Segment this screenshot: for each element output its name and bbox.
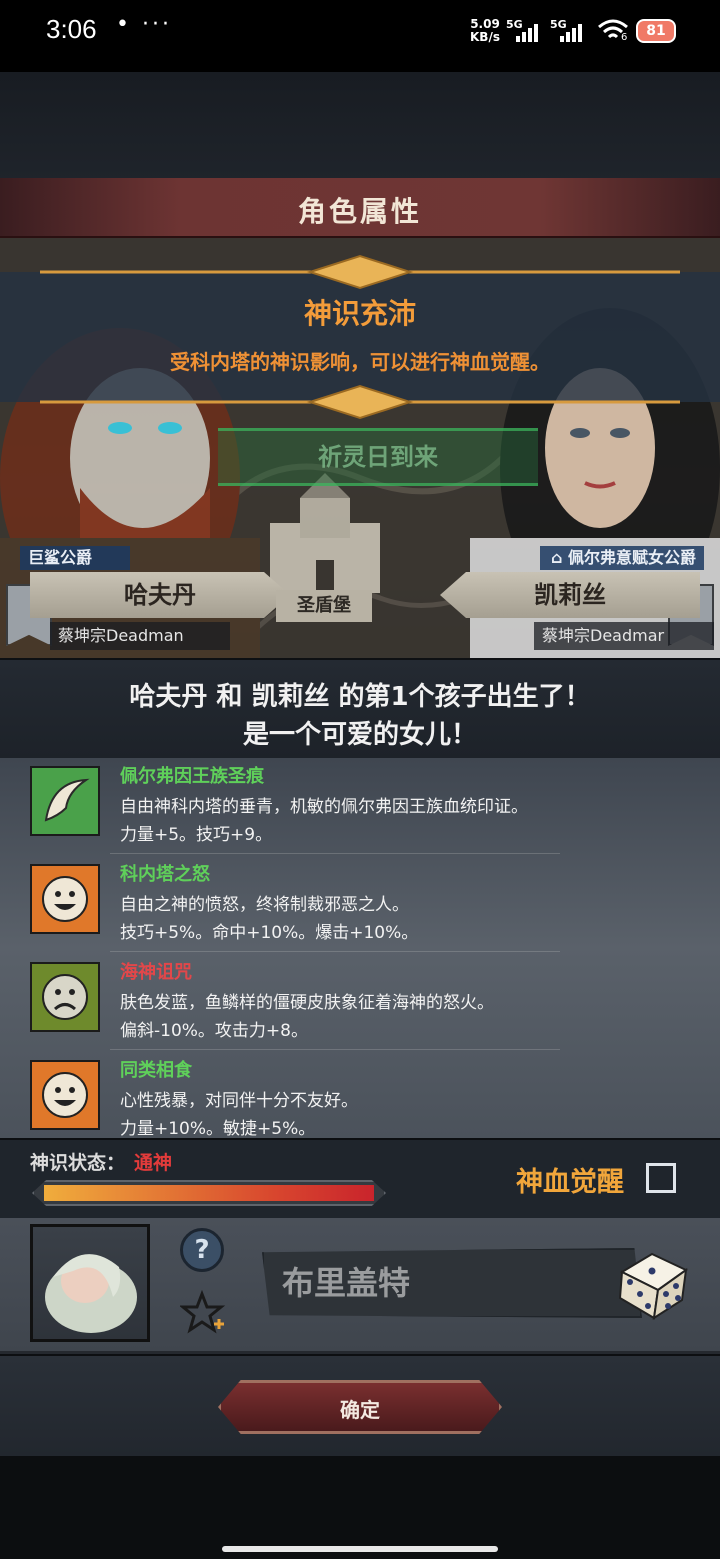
divider <box>110 951 560 952</box>
top-dark-band <box>0 72 720 180</box>
happy-face-icon <box>30 864 100 934</box>
system-status-bar: 3:06 • ··· 5.09 KB/s 5G 5G 6 81 <box>0 0 720 72</box>
father-name[interactable]: 哈夫丹 <box>30 572 290 618</box>
clock: 3:06 <box>46 14 97 44</box>
divine-progress-fill <box>44 1185 374 1201</box>
confirm-button[interactable]: 确定 <box>218 1380 502 1434</box>
child-name-field[interactable]: 布里盖特 <box>262 1248 642 1318</box>
divine-status-value: 通神 <box>134 1152 173 1174</box>
castle-name: 圣盾堡 <box>276 590 372 622</box>
happy-face-icon <box>30 1060 100 1130</box>
dice-icon[interactable] <box>612 1242 692 1322</box>
mother-name[interactable]: 凯莉丝 <box>440 572 700 618</box>
signal-icon: 5G <box>550 18 586 42</box>
trait-name: 佩尔弗因王族圣痕 <box>120 766 264 787</box>
trait-stats: 力量+5。技巧+9。 <box>120 825 273 845</box>
divider <box>110 1049 560 1050</box>
birth-announcement: 哈夫丹 和 凯莉丝 的第1个孩子出生了！ 是一个可爱的女儿！ <box>0 658 720 758</box>
question-icon: ? <box>194 1235 210 1265</box>
page-title: 角色属性 <box>297 195 422 228</box>
event-button[interactable]: 祈灵日到来 <box>218 428 538 486</box>
father-house: 蔡坤宗Deadman <box>50 622 230 650</box>
trait-name: 同类相食 <box>120 1060 192 1081</box>
help-button[interactable]: ? <box>180 1228 224 1272</box>
signal-icon: 5G <box>506 18 542 42</box>
notice-title: 神识充沛 <box>303 297 416 330</box>
divine-status-label: 神识状态： <box>30 1152 126 1174</box>
mother-house: 蔡坤宗Deadmar <box>534 622 714 650</box>
castle-small-icon: ⌂ <box>550 548 563 567</box>
home-indicator[interactable] <box>222 1546 498 1552</box>
trait-stats: 力量+10%。敏捷+5%。 <box>120 1119 316 1138</box>
wifi-icon: 6 <box>597 18 629 44</box>
ornament-bottom <box>40 384 680 420</box>
trait-stats: 偏斜-10%。攻击力+8。 <box>120 1021 308 1041</box>
header-bar: 角色属性 <box>0 178 720 238</box>
battery-icon: 81 <box>636 19 676 43</box>
divider <box>110 853 560 854</box>
trait-description: 肤色发蓝，鱼鳞样的僵硬皮肤象征着海神的怒火。 <box>120 993 494 1013</box>
list-item[interactable]: 海神诅咒 肤色发蓝，鱼鳞样的僵硬皮肤象征着海神的怒火。 偏斜-10%。攻击力+8… <box>0 954 720 1052</box>
birth-line-1: 哈夫丹 和 凯莉丝 的第1个孩子出生了！ <box>129 682 591 712</box>
awaken-label: 神血觉醒 <box>516 1167 624 1198</box>
trait-description: 自由神科内塔的垂青，机敏的佩尔弗因王族血统印证。 <box>120 797 528 817</box>
star-plus-icon[interactable] <box>178 1289 226 1336</box>
network-speed: 5.09 KB/s <box>470 17 500 44</box>
trait-name: 科内塔之怒 <box>120 864 210 885</box>
list-item[interactable]: 佩尔弗因王族圣痕 自由神科内塔的垂青，机敏的佩尔弗因王族血统印证。 力量+5。技… <box>0 758 720 856</box>
sad-face-icon <box>30 962 100 1032</box>
bottom-area <box>0 1456 720 1559</box>
trait-stats: 技巧+5%。命中+10%。爆击+10%。 <box>120 923 419 943</box>
notification-dots: • ··· <box>116 12 172 37</box>
baby-icon <box>45 1254 137 1333</box>
ornament-top <box>40 254 680 290</box>
trait-description: 自由之神的愤怒，终将制裁邪恶之人。 <box>120 895 409 915</box>
birth-line-2: 是一个可爱的女儿！ <box>242 720 477 750</box>
mother-title: ⌂ 佩尔弗意赋女公爵 <box>540 546 704 570</box>
child-portrait[interactable] <box>30 1224 150 1342</box>
trait-list[interactable]: 佩尔弗因王族圣痕 自由神科内塔的垂青，机敏的佩尔弗因王族血统印证。 力量+5。技… <box>0 758 720 1138</box>
trait-description: 心性残暴，对同伴十分不友好。 <box>120 1091 358 1111</box>
feather-icon <box>30 766 100 836</box>
list-item[interactable]: 同类相食 心性残暴，对同伴十分不友好。 力量+10%。敏捷+5%。 <box>0 1052 720 1138</box>
awaken-checkbox[interactable] <box>646 1163 676 1193</box>
father-title: 巨鲨公爵 <box>20 546 130 570</box>
notice-message: 受科内塔的神识影响，可以进行神血觉醒。 <box>170 350 550 374</box>
trait-name: 海神诅咒 <box>120 962 192 983</box>
list-item[interactable]: 科内塔之怒 自由之神的愤怒，终将制裁邪恶之人。 技巧+5%。命中+10%。爆击+… <box>0 856 720 954</box>
